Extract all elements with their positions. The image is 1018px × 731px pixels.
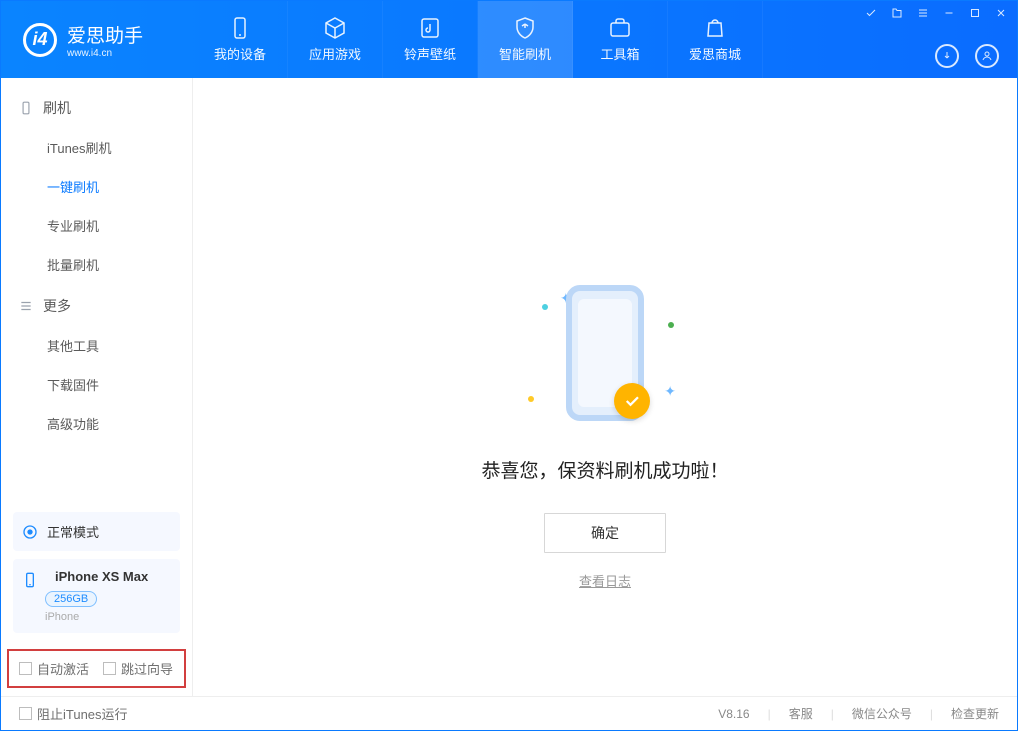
minimize-button[interactable] bbox=[943, 7, 955, 19]
skin-icon[interactable] bbox=[891, 7, 903, 19]
nav-tab-1[interactable]: 应用游戏 bbox=[288, 1, 383, 78]
nav-tab-5[interactable]: 爱思商城 bbox=[668, 1, 763, 78]
main: 刷机 iTunes刷机一键刷机专业刷机批量刷机 更多其他工具下载固件高级功能 正常… bbox=[1, 78, 1017, 696]
logo-icon: i4 bbox=[23, 23, 57, 57]
sidebar: 刷机 iTunes刷机一键刷机专业刷机批量刷机 更多其他工具下载固件高级功能 正常… bbox=[1, 78, 193, 696]
nav-tab-label: 应用游戏 bbox=[309, 44, 361, 63]
check-update-link[interactable]: 检查更新 bbox=[951, 705, 999, 722]
sidebar-item-more-0[interactable]: 其他工具 bbox=[1, 326, 192, 365]
checkbox-icon bbox=[19, 707, 32, 720]
phone-icon bbox=[228, 16, 252, 40]
section-title: 刷机 bbox=[43, 98, 71, 118]
flash-options-highlight: 自动激活 跳过向导 bbox=[7, 649, 186, 688]
device-info[interactable]: iPhone XS Max 256GB iPhone bbox=[13, 559, 180, 633]
bag-icon bbox=[703, 16, 727, 40]
success-illustration: ✦ ✦ bbox=[520, 278, 690, 428]
success-title: 恭喜您，保资料刷机成功啦！ bbox=[481, 456, 728, 483]
device-mode-label: 正常模式 bbox=[47, 522, 99, 541]
section-icon bbox=[19, 299, 33, 313]
skip-guide-label: 跳过向导 bbox=[121, 659, 173, 678]
close-button[interactable] bbox=[995, 7, 1007, 19]
header-right bbox=[935, 44, 999, 68]
download-button[interactable] bbox=[935, 44, 959, 68]
sidebar-section-flash[interactable]: 刷机 bbox=[1, 86, 192, 128]
logo-subtext: www.i4.cn bbox=[67, 48, 143, 59]
nav-tab-label: 智能刷机 bbox=[499, 44, 551, 63]
nav-tab-4[interactable]: 工具箱 bbox=[573, 1, 668, 78]
device-capacity-badge: 256GB bbox=[45, 591, 97, 607]
feedback-icon[interactable] bbox=[865, 7, 877, 19]
menu-icon[interactable] bbox=[917, 7, 929, 19]
nav-tabs: 我的设备 应用游戏 铃声壁纸 智能刷机 工具箱 爱思商城 bbox=[193, 1, 763, 78]
section-icon bbox=[19, 101, 33, 115]
status-bar: 阻止iTunes运行 V8.16 | 客服 | 微信公众号 | 检查更新 bbox=[1, 696, 1017, 730]
sidebar-item-flash-0[interactable]: iTunes刷机 bbox=[1, 128, 192, 167]
device-name: iPhone XS Max bbox=[55, 569, 148, 584]
sidebar-item-flash-2[interactable]: 专业刷机 bbox=[1, 206, 192, 245]
maximize-button[interactable] bbox=[969, 7, 981, 19]
sidebar-item-flash-1[interactable]: 一键刷机 bbox=[1, 167, 192, 206]
briefcase-icon bbox=[608, 16, 632, 40]
nav-tab-label: 爱思商城 bbox=[689, 44, 741, 63]
nav-tab-2[interactable]: 铃声壁纸 bbox=[383, 1, 478, 78]
user-button[interactable] bbox=[975, 44, 999, 68]
device-type: iPhone bbox=[45, 611, 172, 623]
checkbox-icon bbox=[19, 662, 32, 675]
confirm-button[interactable]: 确定 bbox=[544, 513, 666, 553]
nav-tab-label: 我的设备 bbox=[214, 44, 266, 63]
check-icon bbox=[614, 383, 650, 419]
checkbox-icon bbox=[103, 662, 116, 675]
status-right: V8.16 | 客服 | 微信公众号 | 检查更新 bbox=[718, 705, 999, 722]
support-link[interactable]: 客服 bbox=[789, 705, 813, 722]
app-header: i4 爱思助手 www.i4.cn 我的设备 应用游戏 铃声壁纸 智能刷机 工具… bbox=[1, 1, 1017, 78]
block-itunes-label: 阻止iTunes运行 bbox=[37, 704, 128, 723]
phone-icon bbox=[566, 285, 644, 421]
wechat-link[interactable]: 微信公众号 bbox=[852, 705, 912, 722]
auto-activate-label: 自动激活 bbox=[37, 659, 89, 678]
sidebar-item-more-2[interactable]: 高级功能 bbox=[1, 404, 192, 443]
device-panel: 正常模式 iPhone XS Max 256GB iPhone bbox=[1, 502, 192, 645]
logo-text: 爱思助手 bbox=[67, 21, 143, 48]
sidebar-item-flash-3[interactable]: 批量刷机 bbox=[1, 245, 192, 284]
device-mode[interactable]: 正常模式 bbox=[13, 512, 180, 551]
version-label: V8.16 bbox=[718, 707, 749, 721]
skip-guide-checkbox[interactable]: 跳过向导 bbox=[103, 659, 173, 678]
section-title: 更多 bbox=[43, 296, 71, 316]
nav-tab-3[interactable]: 智能刷机 bbox=[478, 1, 573, 78]
content-area: ✦ ✦ 恭喜您，保资料刷机成功啦！ 确定 查看日志 bbox=[193, 78, 1017, 696]
mode-icon bbox=[21, 523, 39, 541]
window-controls bbox=[865, 7, 1007, 19]
music-icon bbox=[418, 16, 442, 40]
sidebar-nav: 刷机 iTunes刷机一键刷机专业刷机批量刷机 更多其他工具下载固件高级功能 bbox=[1, 78, 192, 502]
sidebar-section-more[interactable]: 更多 bbox=[1, 284, 192, 326]
cube-icon bbox=[323, 16, 347, 40]
block-itunes-checkbox[interactable]: 阻止iTunes运行 bbox=[19, 704, 128, 723]
nav-tab-label: 铃声壁纸 bbox=[404, 44, 456, 63]
device-icon bbox=[21, 571, 39, 589]
shield-icon bbox=[513, 16, 537, 40]
auto-activate-checkbox[interactable]: 自动激活 bbox=[19, 659, 89, 678]
status-left: 阻止iTunes运行 bbox=[19, 704, 128, 723]
sidebar-item-more-1[interactable]: 下载固件 bbox=[1, 365, 192, 404]
nav-tab-label: 工具箱 bbox=[600, 44, 639, 63]
logo: i4 爱思助手 www.i4.cn bbox=[1, 21, 193, 59]
nav-tab-0[interactable]: 我的设备 bbox=[193, 1, 288, 78]
view-log-link[interactable]: 查看日志 bbox=[579, 571, 631, 590]
